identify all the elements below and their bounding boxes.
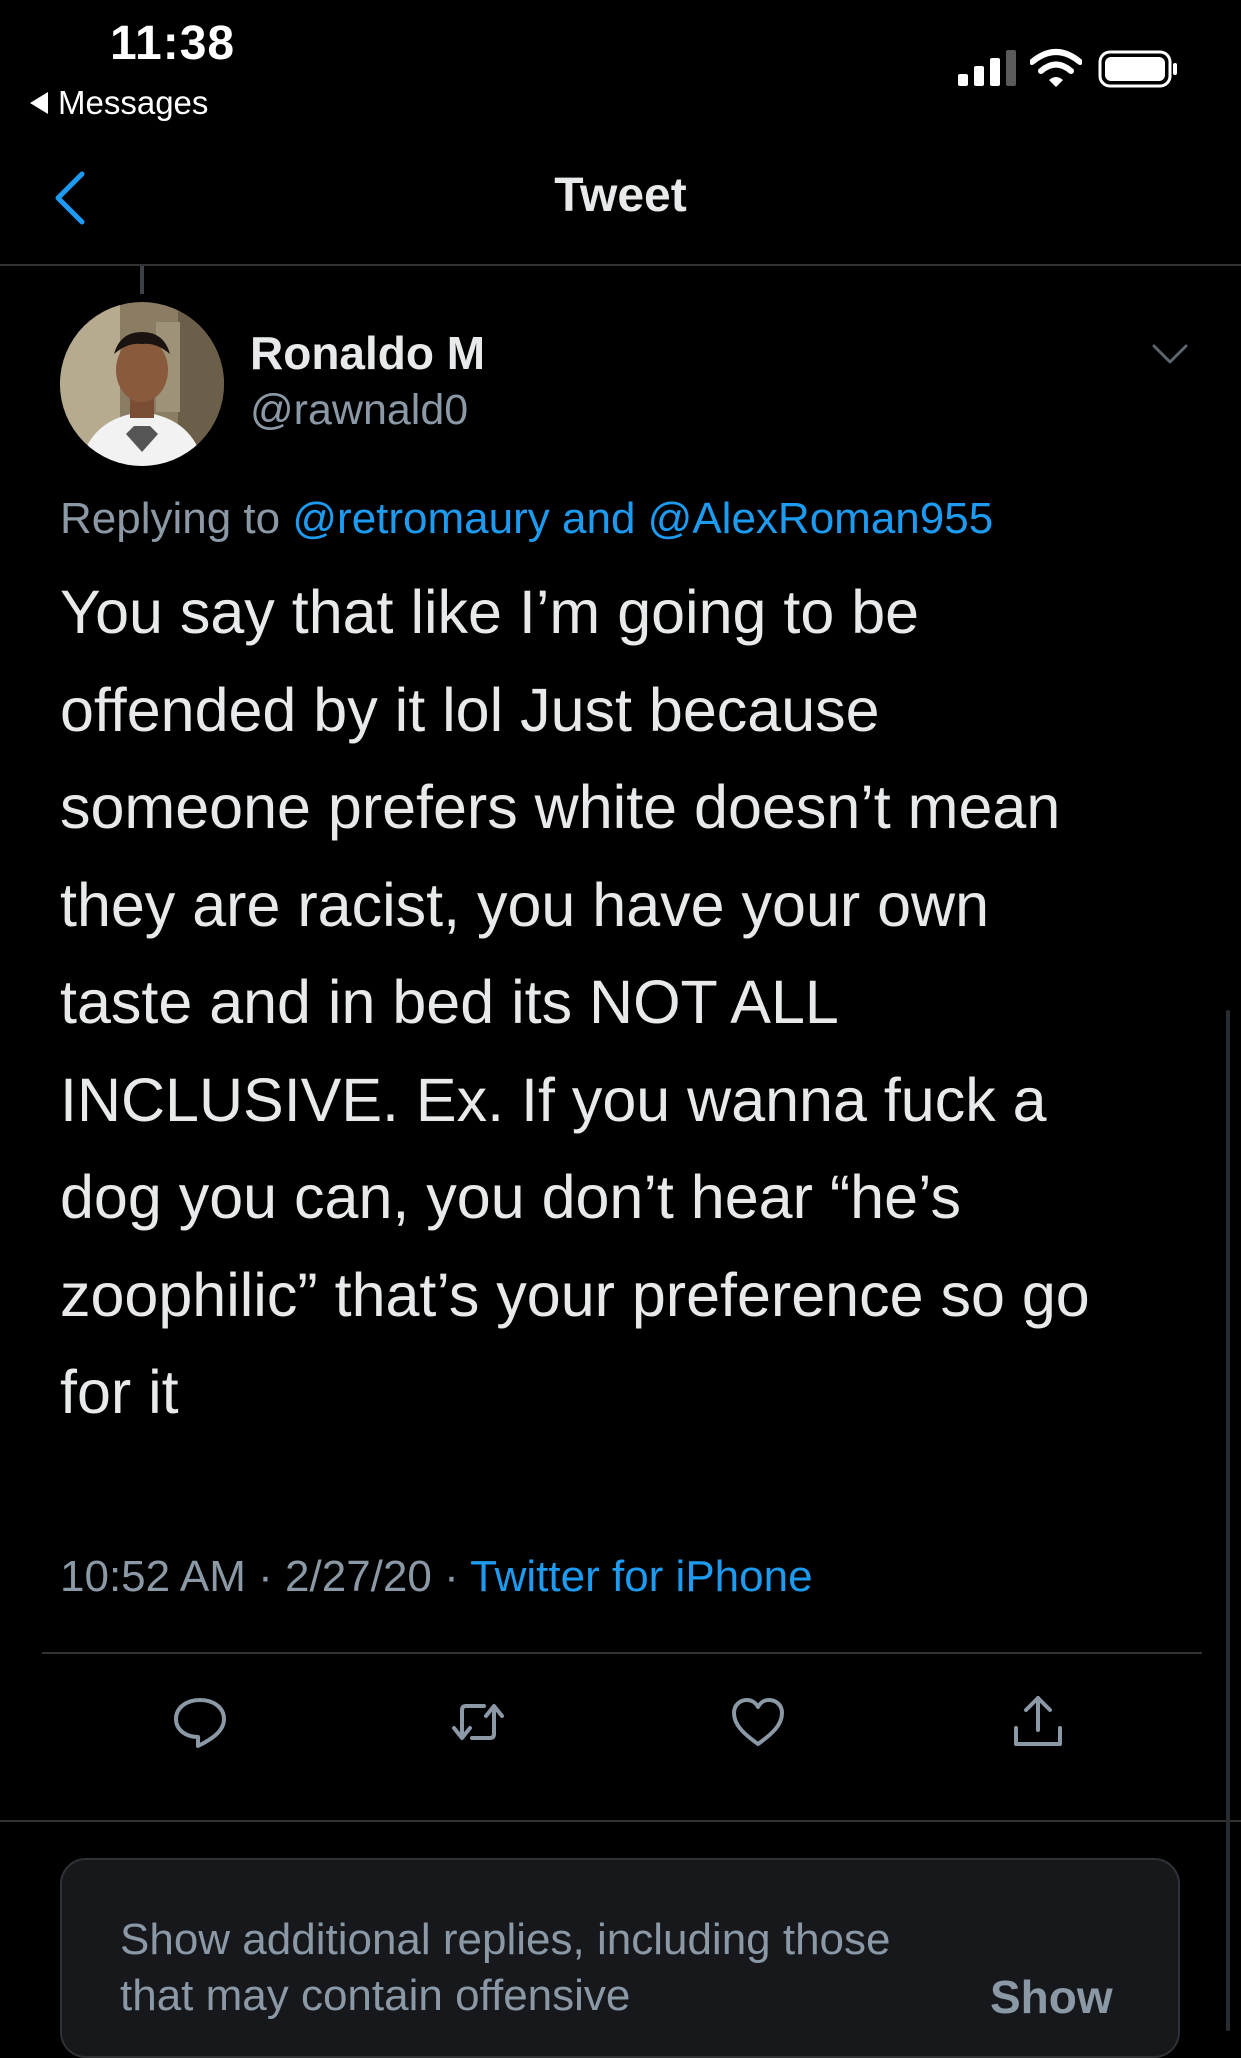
share-icon (1014, 1696, 1062, 1746)
reply-and: and (562, 494, 636, 543)
replying-prefix: Replying to (60, 494, 281, 543)
thread-connector-line (140, 266, 144, 294)
scrollbar[interactable] (1226, 1010, 1230, 2031)
back-triangle-icon (30, 92, 48, 114)
battery-icon (1098, 50, 1177, 88)
retweet-button[interactable] (448, 1692, 508, 1752)
tweet-date: 2/27/20 (285, 1552, 432, 1601)
back-to-messages[interactable]: Messages (30, 84, 208, 122)
chevron-down-icon[interactable] (1150, 340, 1190, 370)
comment-icon (174, 1698, 226, 1748)
meta-separator-1: · (258, 1552, 273, 1601)
tweet-time: 10:52 AM (60, 1552, 246, 1601)
additional-replies-text: Show additional replies, including those… (120, 1915, 891, 2020)
avatar[interactable] (60, 302, 224, 466)
show-button[interactable]: Show (990, 1970, 1113, 2024)
heart-icon (732, 1698, 784, 1746)
meta-separator-2: · (444, 1552, 459, 1601)
like-button[interactable] (728, 1692, 788, 1752)
tweet-source[interactable]: Twitter for iPhone (470, 1552, 812, 1601)
tweet-text: You say that like I’m going to be offend… (60, 578, 1090, 1426)
back-app-label: Messages (58, 84, 209, 121)
display-name[interactable]: Ronaldo M (250, 326, 485, 380)
user-handle: @rawnald0 (250, 386, 469, 434)
avatar-photo (60, 302, 224, 466)
replying-to: Replying to @retromaury and @AlexRoman95… (60, 494, 993, 544)
status-time: 11:38 (110, 17, 236, 70)
meta-divider (42, 1652, 1202, 1654)
page-title: Tweet (554, 169, 687, 222)
tweet-meta: 10:52 AM · 2/27/20 · Twitter for iPhone (60, 1552, 813, 1602)
wifi-icon (1030, 49, 1082, 87)
reply-mention-1[interactable]: @retromaury (292, 494, 549, 543)
retweet-icon (452, 1704, 504, 1740)
cellular-signal-icon (958, 50, 1016, 86)
action-divider (0, 1820, 1241, 1822)
reply-mention-2[interactable]: @AlexRoman955 (648, 494, 994, 543)
share-button[interactable] (1008, 1692, 1068, 1752)
reply-button[interactable] (170, 1692, 230, 1752)
nav-divider (0, 264, 1241, 266)
